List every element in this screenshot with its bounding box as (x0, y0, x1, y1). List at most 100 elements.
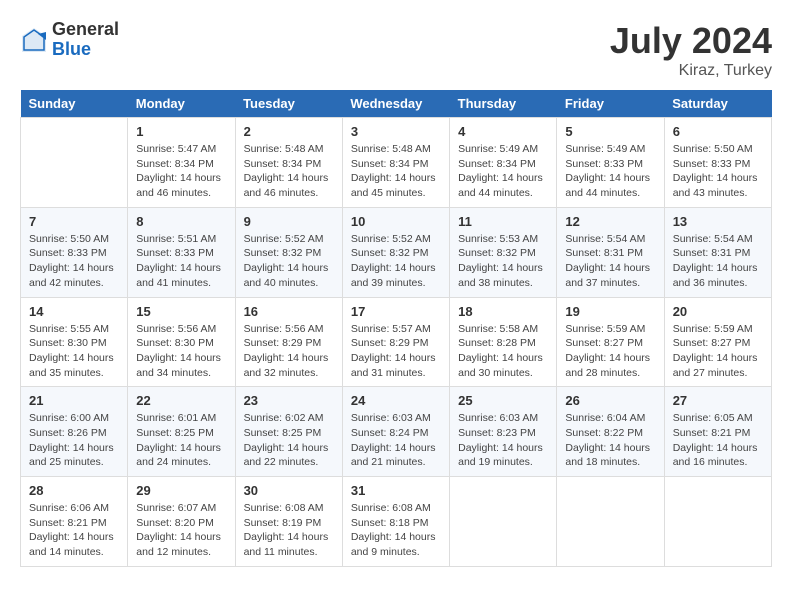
day-detail: Sunrise: 6:08 AMSunset: 8:18 PMDaylight:… (351, 501, 441, 560)
day-detail: Sunrise: 6:04 AMSunset: 8:22 PMDaylight:… (565, 411, 655, 470)
day-number: 20 (673, 304, 763, 319)
day-cell: 31 Sunrise: 6:08 AMSunset: 8:18 PMDaylig… (342, 477, 449, 567)
day-number: 4 (458, 124, 548, 139)
logo-blue: Blue (52, 40, 119, 60)
day-cell (450, 477, 557, 567)
day-number: 16 (244, 304, 334, 319)
day-number: 25 (458, 393, 548, 408)
day-cell (557, 477, 664, 567)
day-cell: 21 Sunrise: 6:00 AMSunset: 8:26 PMDaylig… (21, 387, 128, 477)
day-cell: 11 Sunrise: 5:53 AMSunset: 8:32 PMDaylig… (450, 207, 557, 297)
day-detail: Sunrise: 5:55 AMSunset: 8:30 PMDaylight:… (29, 322, 119, 381)
day-cell: 10 Sunrise: 5:52 AMSunset: 8:32 PMDaylig… (342, 207, 449, 297)
day-cell: 4 Sunrise: 5:49 AMSunset: 8:34 PMDayligh… (450, 118, 557, 208)
day-number: 24 (351, 393, 441, 408)
day-detail: Sunrise: 5:56 AMSunset: 8:29 PMDaylight:… (244, 322, 334, 381)
day-detail: Sunrise: 6:01 AMSunset: 8:25 PMDaylight:… (136, 411, 226, 470)
month-title: July 2024 (610, 20, 772, 62)
day-number: 9 (244, 214, 334, 229)
col-friday: Friday (557, 90, 664, 118)
day-number: 23 (244, 393, 334, 408)
day-detail: Sunrise: 5:57 AMSunset: 8:29 PMDaylight:… (351, 322, 441, 381)
day-detail: Sunrise: 6:06 AMSunset: 8:21 PMDaylight:… (29, 501, 119, 560)
col-sunday: Sunday (21, 90, 128, 118)
title-block: July 2024 Kiraz, Turkey (610, 20, 772, 80)
day-cell (21, 118, 128, 208)
day-number: 21 (29, 393, 119, 408)
day-cell: 16 Sunrise: 5:56 AMSunset: 8:29 PMDaylig… (235, 297, 342, 387)
day-number: 31 (351, 483, 441, 498)
logo-general: General (52, 20, 119, 40)
day-detail: Sunrise: 6:08 AMSunset: 8:19 PMDaylight:… (244, 501, 334, 560)
day-cell: 30 Sunrise: 6:08 AMSunset: 8:19 PMDaylig… (235, 477, 342, 567)
day-cell: 13 Sunrise: 5:54 AMSunset: 8:31 PMDaylig… (664, 207, 771, 297)
day-number: 8 (136, 214, 226, 229)
day-cell: 2 Sunrise: 5:48 AMSunset: 8:34 PMDayligh… (235, 118, 342, 208)
day-number: 18 (458, 304, 548, 319)
day-cell: 12 Sunrise: 5:54 AMSunset: 8:31 PMDaylig… (557, 207, 664, 297)
day-detail: Sunrise: 5:59 AMSunset: 8:27 PMDaylight:… (565, 322, 655, 381)
logo-icon (20, 26, 48, 54)
day-cell: 1 Sunrise: 5:47 AMSunset: 8:34 PMDayligh… (128, 118, 235, 208)
day-detail: Sunrise: 5:58 AMSunset: 8:28 PMDaylight:… (458, 322, 548, 381)
day-detail: Sunrise: 5:49 AMSunset: 8:34 PMDaylight:… (458, 142, 548, 201)
day-cell: 8 Sunrise: 5:51 AMSunset: 8:33 PMDayligh… (128, 207, 235, 297)
day-detail: Sunrise: 5:49 AMSunset: 8:33 PMDaylight:… (565, 142, 655, 201)
week-row-5: 28 Sunrise: 6:06 AMSunset: 8:21 PMDaylig… (21, 477, 772, 567)
logo: General Blue (20, 20, 119, 60)
day-number: 27 (673, 393, 763, 408)
day-detail: Sunrise: 5:48 AMSunset: 8:34 PMDaylight:… (244, 142, 334, 201)
day-detail: Sunrise: 5:51 AMSunset: 8:33 PMDaylight:… (136, 232, 226, 291)
day-cell: 20 Sunrise: 5:59 AMSunset: 8:27 PMDaylig… (664, 297, 771, 387)
day-number: 2 (244, 124, 334, 139)
day-cell: 6 Sunrise: 5:50 AMSunset: 8:33 PMDayligh… (664, 118, 771, 208)
day-cell: 29 Sunrise: 6:07 AMSunset: 8:20 PMDaylig… (128, 477, 235, 567)
day-number: 5 (565, 124, 655, 139)
day-cell: 25 Sunrise: 6:03 AMSunset: 8:23 PMDaylig… (450, 387, 557, 477)
day-detail: Sunrise: 5:54 AMSunset: 8:31 PMDaylight:… (565, 232, 655, 291)
day-number: 28 (29, 483, 119, 498)
day-detail: Sunrise: 6:05 AMSunset: 8:21 PMDaylight:… (673, 411, 763, 470)
day-cell: 19 Sunrise: 5:59 AMSunset: 8:27 PMDaylig… (557, 297, 664, 387)
day-cell: 7 Sunrise: 5:50 AMSunset: 8:33 PMDayligh… (21, 207, 128, 297)
day-cell: 27 Sunrise: 6:05 AMSunset: 8:21 PMDaylig… (664, 387, 771, 477)
day-detail: Sunrise: 6:00 AMSunset: 8:26 PMDaylight:… (29, 411, 119, 470)
day-number: 29 (136, 483, 226, 498)
day-cell: 26 Sunrise: 6:04 AMSunset: 8:22 PMDaylig… (557, 387, 664, 477)
col-saturday: Saturday (664, 90, 771, 118)
day-cell: 14 Sunrise: 5:55 AMSunset: 8:30 PMDaylig… (21, 297, 128, 387)
day-cell: 5 Sunrise: 5:49 AMSunset: 8:33 PMDayligh… (557, 118, 664, 208)
day-number: 13 (673, 214, 763, 229)
calendar-table: Sunday Monday Tuesday Wednesday Thursday… (20, 90, 772, 567)
day-number: 7 (29, 214, 119, 229)
day-cell: 18 Sunrise: 5:58 AMSunset: 8:28 PMDaylig… (450, 297, 557, 387)
day-number: 3 (351, 124, 441, 139)
week-row-3: 14 Sunrise: 5:55 AMSunset: 8:30 PMDaylig… (21, 297, 772, 387)
day-cell: 22 Sunrise: 6:01 AMSunset: 8:25 PMDaylig… (128, 387, 235, 477)
day-number: 17 (351, 304, 441, 319)
day-detail: Sunrise: 5:59 AMSunset: 8:27 PMDaylight:… (673, 322, 763, 381)
day-number: 30 (244, 483, 334, 498)
day-detail: Sunrise: 6:02 AMSunset: 8:25 PMDaylight:… (244, 411, 334, 470)
col-tuesday: Tuesday (235, 90, 342, 118)
week-row-4: 21 Sunrise: 6:00 AMSunset: 8:26 PMDaylig… (21, 387, 772, 477)
day-detail: Sunrise: 5:50 AMSunset: 8:33 PMDaylight:… (673, 142, 763, 201)
day-number: 15 (136, 304, 226, 319)
day-number: 11 (458, 214, 548, 229)
day-number: 10 (351, 214, 441, 229)
day-number: 6 (673, 124, 763, 139)
day-detail: Sunrise: 5:53 AMSunset: 8:32 PMDaylight:… (458, 232, 548, 291)
location: Kiraz, Turkey (610, 62, 772, 80)
day-number: 12 (565, 214, 655, 229)
week-row-2: 7 Sunrise: 5:50 AMSunset: 8:33 PMDayligh… (21, 207, 772, 297)
logo-text: General Blue (52, 20, 119, 60)
day-detail: Sunrise: 6:07 AMSunset: 8:20 PMDaylight:… (136, 501, 226, 560)
col-monday: Monday (128, 90, 235, 118)
day-number: 22 (136, 393, 226, 408)
day-cell: 9 Sunrise: 5:52 AMSunset: 8:32 PMDayligh… (235, 207, 342, 297)
page-header: General Blue July 2024 Kiraz, Turkey (20, 20, 772, 80)
day-detail: Sunrise: 5:48 AMSunset: 8:34 PMDaylight:… (351, 142, 441, 201)
day-cell: 23 Sunrise: 6:02 AMSunset: 8:25 PMDaylig… (235, 387, 342, 477)
day-cell: 28 Sunrise: 6:06 AMSunset: 8:21 PMDaylig… (21, 477, 128, 567)
day-detail: Sunrise: 5:47 AMSunset: 8:34 PMDaylight:… (136, 142, 226, 201)
